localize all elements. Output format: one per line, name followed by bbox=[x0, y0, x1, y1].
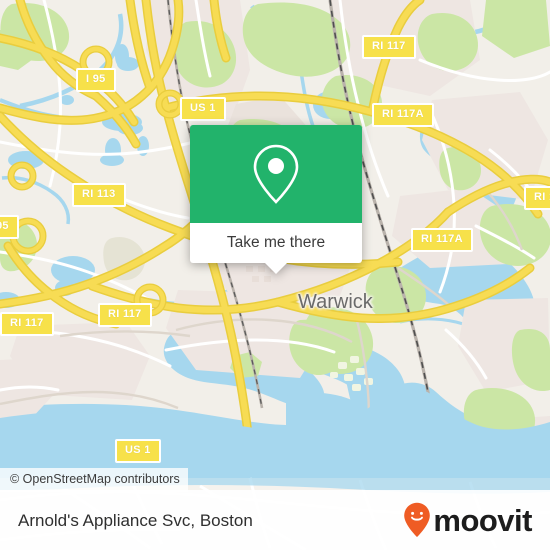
road-shield-ri-1-clipped: RI 1 bbox=[524, 186, 550, 210]
popup-pin-panel bbox=[190, 125, 362, 223]
road-shield-ri-117-north: RI 117 bbox=[362, 35, 416, 59]
popup-action-bar[interactable]: Take me there bbox=[190, 223, 362, 263]
road-shield-us-1-south: US 1 bbox=[115, 439, 161, 463]
road-shield-us-1-north: US 1 bbox=[180, 97, 226, 121]
map-screenshot: RI 117 I 95 US 1 RI 117A RI 113 RI 1 95 … bbox=[0, 0, 550, 550]
moovit-wordmark: moovit bbox=[433, 502, 532, 538]
moovit-pin-smiley-icon bbox=[404, 502, 431, 537]
road-shield-ri-117-center: RI 117 bbox=[98, 303, 152, 327]
water-pond-16 bbox=[60, 95, 74, 105]
footer-bar: Arnold's Appliance Svc, Boston moovit bbox=[0, 490, 550, 550]
location-title: Arnold's Appliance Svc, Boston bbox=[18, 510, 253, 530]
map-pin-icon bbox=[253, 144, 299, 204]
place-label-warwick: Warwick bbox=[298, 291, 373, 313]
destination-popup-card[interactable]: Take me there bbox=[190, 125, 362, 274]
road-shield-ri-117a-north: RI 117A bbox=[372, 103, 434, 127]
road-shield-ri-117a-east: RI 117A bbox=[411, 228, 473, 252]
water-pond-6 bbox=[105, 138, 121, 162]
road-shield-95-clipped: 95 bbox=[0, 215, 19, 239]
osm-attribution[interactable]: © OpenStreetMap contributors bbox=[0, 468, 188, 492]
road-shield-ri-113: RI 113 bbox=[72, 183, 126, 207]
moovit-brand[interactable]: moovit bbox=[403, 502, 532, 538]
road-shield-ri-117-west: RI 117 bbox=[0, 312, 54, 336]
take-me-there-label: Take me there bbox=[226, 234, 326, 252]
popup-pointer-arrow bbox=[265, 263, 287, 274]
road-shield-i-95: I 95 bbox=[76, 68, 116, 92]
